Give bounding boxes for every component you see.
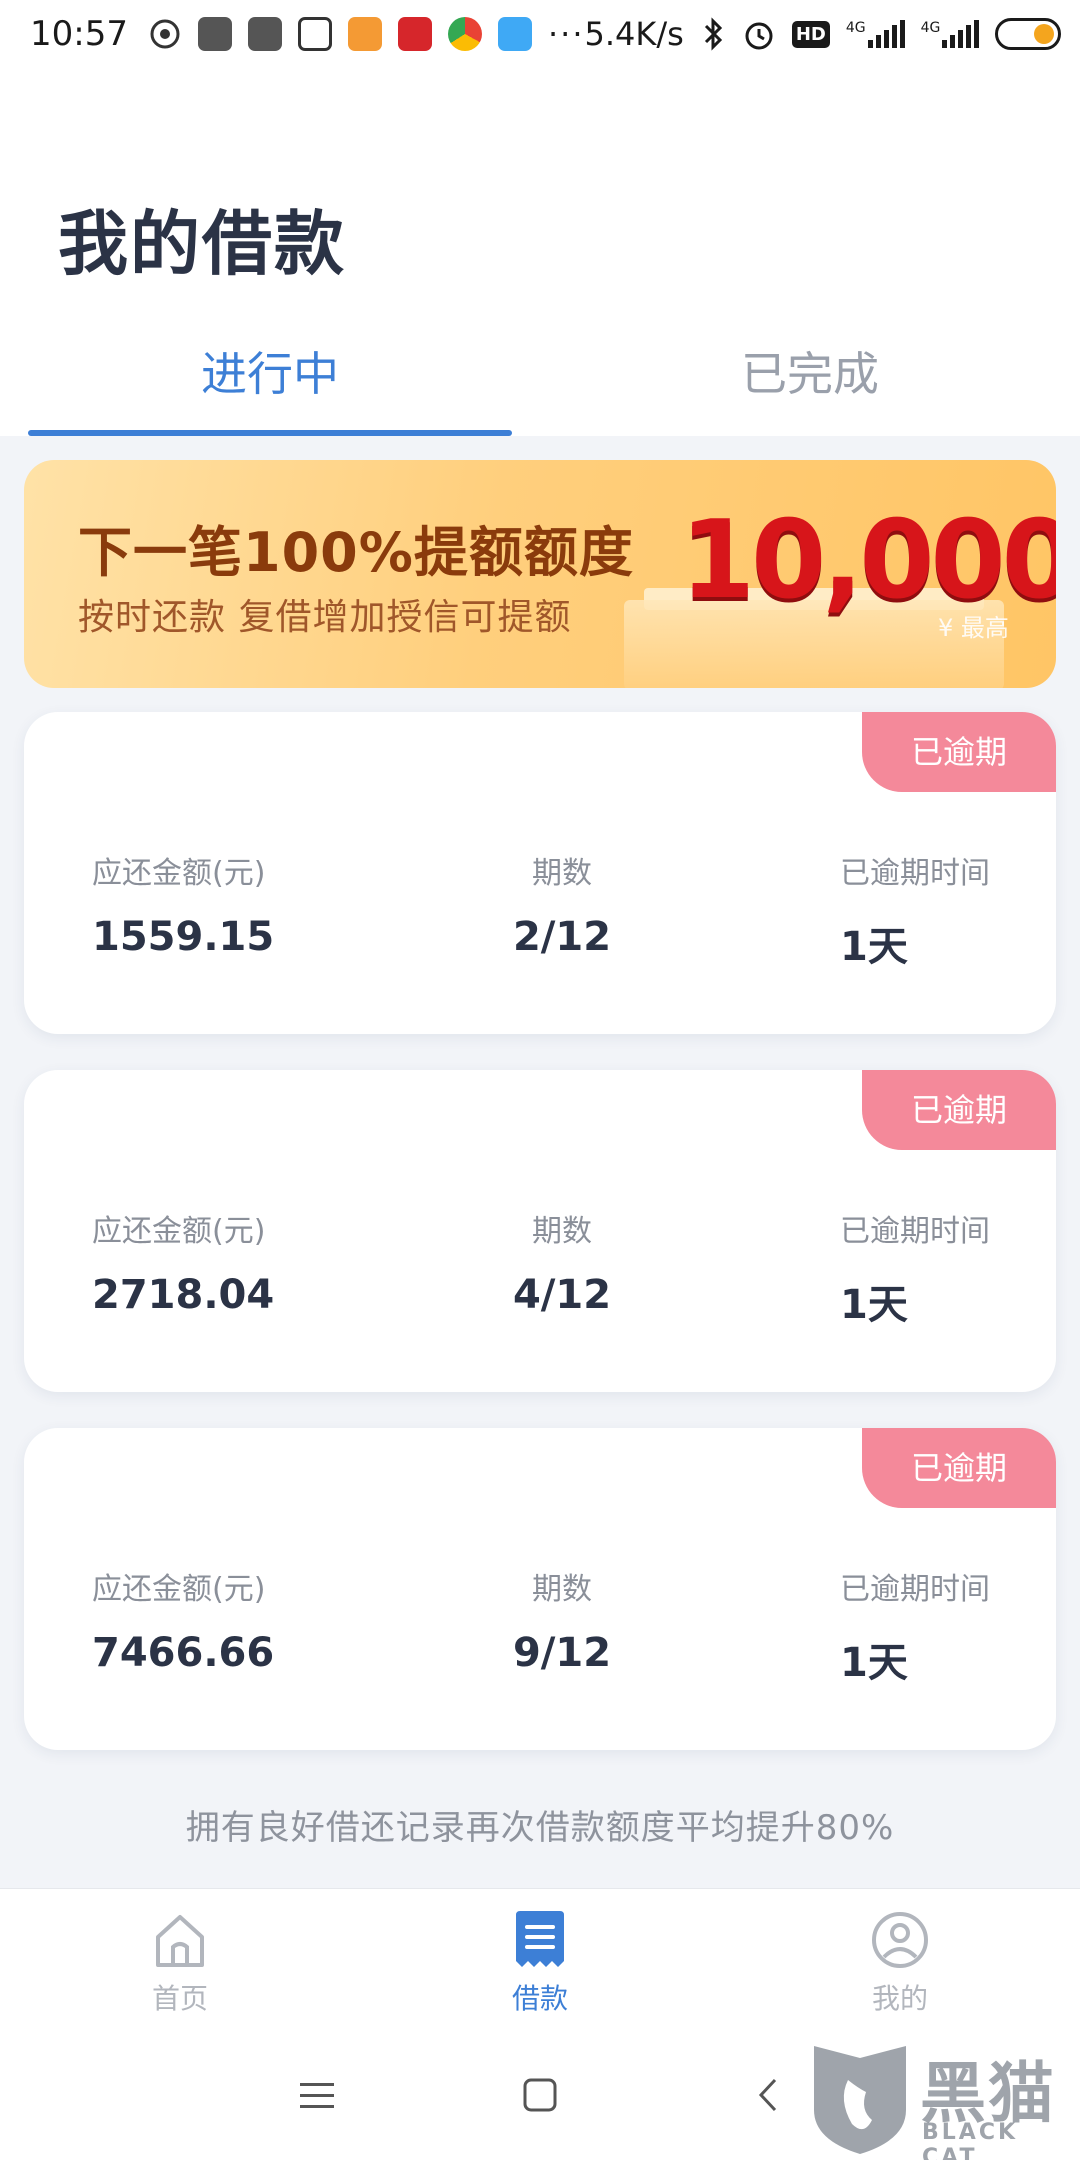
- overdue-label: 已逾期时间: [840, 1572, 990, 1607]
- calendar-icon: [297, 17, 332, 51]
- amount-value: 1559.15: [92, 914, 275, 960]
- banner-subtitle: 按时还款 复借增加授信可提额: [78, 597, 572, 638]
- period-column: 期数 9/12: [500, 1564, 624, 1676]
- status-bar: 10:57 ··· 5.4K/s HD 4G 4G: [0, 0, 1080, 68]
- period-label: 期数: [532, 1214, 592, 1249]
- signal-icon: 4G: [921, 20, 980, 48]
- overdue-badge: 已逾期: [862, 712, 1056, 792]
- nav-home[interactable]: 首页: [0, 1889, 360, 2030]
- tab-completed[interactable]: 已完成: [540, 330, 1080, 436]
- loan-icon: [516, 1911, 564, 1967]
- bluetooth-icon: [704, 17, 722, 51]
- overdue-column: 已逾期时间 1天: [840, 1564, 990, 1688]
- overdue-value: 1天: [840, 1640, 908, 1686]
- period-value: 4/12: [512, 1272, 612, 1318]
- amount-column: 应还金额(元) 2718.04: [92, 1206, 274, 1318]
- app-icon: [197, 17, 232, 51]
- amount-label: 应还金额(元): [92, 856, 266, 891]
- menu-icon[interactable]: [292, 2070, 342, 2120]
- chrome-icon: [447, 17, 482, 51]
- mi-store-icon: [347, 17, 382, 51]
- promo-banner[interactable]: 下一笔100%提额额度 按时还款 复借增加授信可提额 10,000 ¥ 最高: [24, 460, 1056, 688]
- back-icon[interactable]: [745, 2070, 795, 2120]
- credit-hint: 拥有良好借还记录再次借款额度平均提升80%: [185, 1808, 895, 1848]
- overdue-value: 1天: [840, 924, 908, 970]
- overdue-label: 已逾期时间: [840, 1214, 990, 1249]
- status-time: 10:57: [30, 14, 128, 54]
- banner-title: 下一笔100%提额额度: [78, 521, 634, 584]
- amount-label: 应还金额(元): [92, 1572, 266, 1607]
- status-right: 5.4K/s HD 4G 4G: [585, 15, 1062, 53]
- app-icon: [247, 17, 282, 51]
- tab-active-indicator: [28, 430, 512, 436]
- loan-card[interactable]: 已逾期 应还金额(元) 1559.15 期数 2/12 已逾期时间 1天: [24, 712, 1056, 1034]
- tab-label: 已完成: [741, 347, 879, 401]
- nav-label: 借款: [511, 1982, 568, 2015]
- alarm-icon: [745, 22, 773, 50]
- header: 我的借款 进行中 已完成: [0, 68, 1080, 436]
- period-label: 期数: [532, 856, 592, 891]
- nav-label: 我的: [871, 1982, 928, 2015]
- signal-icon: 4G: [846, 20, 905, 48]
- hd-icon: HD: [791, 20, 830, 48]
- watermark-subtext: BLACK CAT: [922, 2120, 1019, 2160]
- amount-value: 2718.04: [92, 1272, 275, 1318]
- period-column: 期数 4/12: [500, 1206, 624, 1318]
- overdue-label: 已逾期时间: [840, 856, 990, 891]
- overdue-column: 已逾期时间 1天: [840, 848, 990, 972]
- amount-value: 7466.66: [92, 1630, 275, 1676]
- amount-column: 应还金额(元) 1559.15: [92, 848, 274, 960]
- overdue-badge: 已逾期: [862, 1428, 1056, 1508]
- notification-icons: ···: [148, 15, 585, 53]
- banner-amount: 10,000: [680, 498, 1056, 623]
- period-value: 9/12: [512, 1630, 612, 1676]
- profile-icon: [872, 1912, 928, 1968]
- period-label: 期数: [532, 1572, 592, 1607]
- nav-loan[interactable]: 借款: [360, 1889, 720, 2030]
- nav-label: 首页: [151, 1982, 208, 2015]
- period-value: 2/12: [512, 914, 612, 960]
- nav-profile[interactable]: 我的: [720, 1889, 1080, 2030]
- tab-in-progress[interactable]: 进行中: [0, 330, 540, 436]
- battery-icon: [995, 18, 1062, 50]
- watermark: 黑猫 BLACK CAT: [804, 2040, 1080, 2160]
- banner-note: ¥ 最高: [938, 614, 1009, 642]
- tab-label: 进行中: [201, 347, 339, 401]
- taobao-icon: [397, 17, 432, 51]
- app-icon: [497, 17, 532, 51]
- home-icon: [156, 1915, 204, 1967]
- overdue-column: 已逾期时间 1天: [840, 1206, 990, 1330]
- loan-card[interactable]: 已逾期 应还金额(元) 2718.04 期数 4/12 已逾期时间 1天: [24, 1070, 1056, 1392]
- black-cat-logo-icon: [814, 2046, 906, 2154]
- page-title: 我的借款: [58, 203, 346, 285]
- period-column: 期数 2/12: [500, 848, 624, 960]
- amount-label: 应还金额(元): [92, 1214, 266, 1249]
- netease-music-icon: [150, 19, 180, 49]
- home-button-icon[interactable]: [515, 2070, 565, 2120]
- amount-column: 应还金额(元) 7466.66: [92, 1564, 274, 1676]
- net-speed: 5.4K/s: [584, 15, 684, 53]
- loan-card[interactable]: 已逾期 应还金额(元) 7466.66 期数 9/12 已逾期时间 1天: [24, 1428, 1056, 1750]
- bottom-nav: 首页 借款 我的: [0, 1888, 1080, 2030]
- tab-bar: 进行中 已完成: [0, 330, 1080, 436]
- overdue-badge: 已逾期: [862, 1070, 1056, 1150]
- more-icon: ···: [547, 15, 585, 53]
- overdue-value: 1天: [840, 1282, 908, 1328]
